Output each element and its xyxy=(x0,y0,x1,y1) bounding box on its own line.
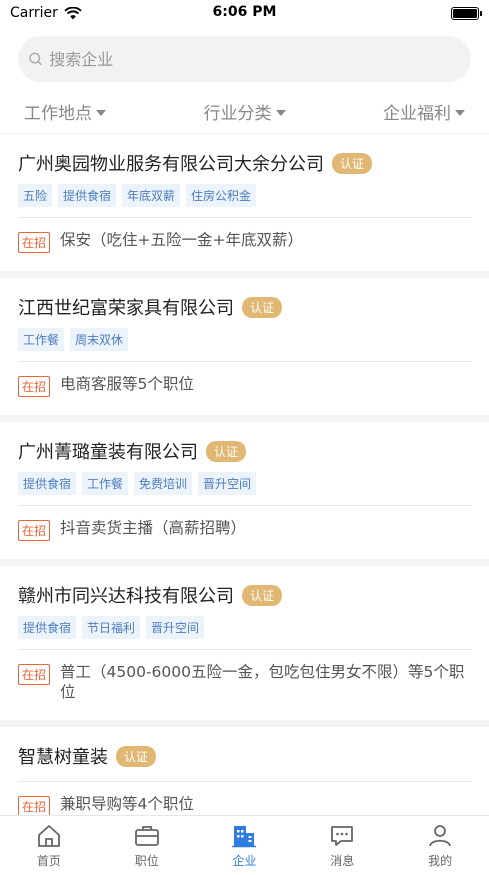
certified-badge: 认证 xyxy=(242,584,283,606)
tab-jobs-label: 职位 xyxy=(134,854,159,868)
carrier-label: Carrier xyxy=(10,5,58,21)
user-icon xyxy=(429,825,451,847)
filter-benefits-label: 企业福利 xyxy=(383,104,451,124)
benefit-tag: 免费培训 xyxy=(134,472,193,495)
benefit-tag: 晋升空间 xyxy=(146,616,205,639)
tab-home[interactable]: 首页 xyxy=(0,816,98,875)
hiring-badge: 在招 xyxy=(18,232,51,253)
benefit-tag: 工作餐 xyxy=(82,472,129,495)
benefit-tag: 提供食宿 xyxy=(18,472,77,495)
filter-benefits[interactable]: 企业福利 xyxy=(383,99,465,124)
job-summary: 电商客服等5个职位 xyxy=(60,375,194,393)
company-card[interactable]: 江西世纪富荣家具有限公司 认证 工作餐 周末双休 在招 电商客服等5个职位 xyxy=(0,278,489,422)
search-input[interactable] xyxy=(49,49,471,69)
hiring-badge: 在招 xyxy=(18,376,51,397)
job-summary: 抖音卖货主播（高薪招聘） xyxy=(60,519,247,537)
benefit-tags: 提供食宿 节日福利 晋升空间 xyxy=(18,616,471,649)
benefit-tag: 提供食宿 xyxy=(58,184,117,207)
benefit-tag: 年底双薪 xyxy=(122,184,181,207)
company-name: 赣州市同兴达科技有限公司 xyxy=(18,586,234,607)
caret-down-icon xyxy=(96,109,106,116)
certified-badge: 认证 xyxy=(206,440,247,462)
benefit-tag: 节日福利 xyxy=(82,616,141,639)
company-name: 广州奥园物业服务有限公司大余分公司 xyxy=(18,154,324,175)
tab-home-label: 首页 xyxy=(36,854,61,868)
company-card[interactable]: 赣州市同兴达科技有限公司 认证 提供食宿 节日福利 晋升空间 在招 普工（450… xyxy=(0,566,489,727)
battery-icon xyxy=(451,6,482,20)
filter-location[interactable]: 工作地点 xyxy=(24,99,106,124)
benefit-tags: 提供食宿 工作餐 免费培训 晋升空间 xyxy=(18,472,471,505)
company-name: 广州菁璐童装有限公司 xyxy=(18,442,198,463)
caret-down-icon xyxy=(455,109,465,116)
briefcase-icon xyxy=(134,826,159,846)
certified-badge: 认证 xyxy=(242,296,283,318)
certified-badge: 认证 xyxy=(116,745,157,767)
hiring-badge: 在招 xyxy=(18,664,51,685)
tab-messages-label: 消息 xyxy=(330,854,355,868)
search-area xyxy=(0,26,489,82)
tab-jobs[interactable]: 职位 xyxy=(98,816,196,875)
search-box[interactable] xyxy=(18,36,471,82)
benefit-tag: 五险 xyxy=(18,184,53,207)
tab-me[interactable]: 我的 xyxy=(391,816,489,875)
job-summary: 普工（4500-6000五险一金，包吃包住男女不限）等5个职位 xyxy=(60,663,465,701)
building-icon xyxy=(232,826,257,848)
search-icon xyxy=(29,52,42,66)
job-summary: 兼职导购等4个职位 xyxy=(60,795,194,813)
company-name: 江西世纪富荣家具有限公司 xyxy=(18,298,234,319)
tab-companies[interactable]: 企业 xyxy=(196,816,294,875)
company-card[interactable]: 广州奥园物业服务有限公司大余分公司 认证 五险 提供食宿 年底双薪 住房公积金 … xyxy=(0,134,489,278)
company-list: 广州奥园物业服务有限公司大余分公司 认证 五险 提供食宿 年底双薪 住房公积金 … xyxy=(0,134,489,842)
company-name: 智慧树童装 xyxy=(18,747,108,768)
wifi-icon xyxy=(64,6,82,19)
job-summary: 保安（吃住+五险一金+年底双薪） xyxy=(60,231,303,249)
caret-down-icon xyxy=(275,109,286,116)
hiring-badge: 在招 xyxy=(18,520,51,541)
benefit-tags: 五险 提供食宿 年底双薪 住房公积金 xyxy=(18,184,471,217)
tab-messages[interactable]: 消息 xyxy=(293,816,391,875)
status-bar: Carrier 6:06 PM xyxy=(0,0,489,26)
tab-companies-label: 企业 xyxy=(232,854,257,868)
tab-bar: 首页 职位 企业 消息 我的 xyxy=(0,815,489,875)
filter-location-label: 工作地点 xyxy=(24,104,92,124)
hiring-badge: 在招 xyxy=(18,796,51,817)
benefit-tag: 周末双休 xyxy=(70,328,129,351)
filter-bar: 工作地点 行业分类 企业福利 xyxy=(0,90,489,134)
certified-badge: 认证 xyxy=(332,152,373,174)
filter-industry[interactable]: 行业分类 xyxy=(204,99,286,124)
company-card[interactable]: 广州菁璐童装有限公司 认证 提供食宿 工作餐 免费培训 晋升空间 在招 抖音卖货… xyxy=(0,422,489,566)
home-icon xyxy=(37,825,60,847)
benefit-tag: 晋升空间 xyxy=(198,472,257,495)
benefit-tags: 工作餐 周末双休 xyxy=(18,328,471,361)
benefit-tag: 住房公积金 xyxy=(186,184,257,207)
status-left: Carrier xyxy=(10,5,82,21)
tab-me-label: 我的 xyxy=(428,854,453,868)
filter-industry-label: 行业分类 xyxy=(203,104,272,124)
benefit-tag: 工作餐 xyxy=(18,328,65,351)
message-icon xyxy=(331,826,354,846)
benefit-tag: 提供食宿 xyxy=(18,616,77,639)
